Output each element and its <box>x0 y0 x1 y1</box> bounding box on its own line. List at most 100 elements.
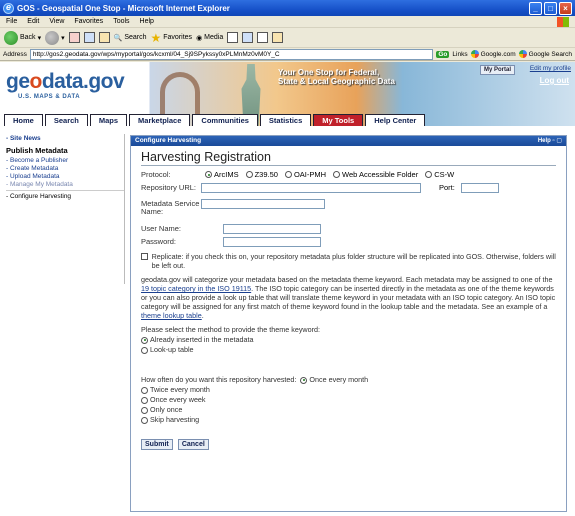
search-icon: 🔍 <box>113 34 123 42</box>
frequency-option-once: Only once <box>141 405 556 415</box>
google-search-link[interactable]: Google Search <box>518 50 572 58</box>
submit-button[interactable]: Submit <box>141 439 173 450</box>
port-label: Port: <box>439 183 455 192</box>
logout-link[interactable]: Log out <box>540 76 569 85</box>
home-icon[interactable] <box>98 32 110 43</box>
frequency-radio-twice-month[interactable] <box>141 386 148 394</box>
tab-statistics[interactable]: Statistics <box>259 114 312 126</box>
maximize-button[interactable]: □ <box>544 1 557 15</box>
protocol-radio-z3950[interactable] <box>245 171 253 178</box>
password-row: Password: <box>141 236 556 247</box>
method-option-inserted: Already inserted in the metadata <box>141 335 556 345</box>
method-radio-inserted[interactable] <box>141 336 148 344</box>
tab-communities[interactable]: Communities <box>192 114 258 126</box>
forward-button[interactable]: ▾ <box>45 30 65 45</box>
replicate-option: Replicate: if you check this on, your re… <box>141 252 556 270</box>
close-button[interactable]: × <box>559 1 572 15</box>
protocol-radio-arcims[interactable] <box>205 171 212 178</box>
address-label: Address <box>3 50 27 58</box>
media-icon: ◉ <box>196 34 203 42</box>
menu-help[interactable]: Help <box>140 18 154 25</box>
menu-view[interactable]: View <box>49 18 64 25</box>
sidebar-item-become-publisher[interactable]: - Become a Publisher <box>6 157 124 164</box>
port-input[interactable] <box>460 182 499 193</box>
frequency-prompt: How often do you want this repository ha… <box>141 375 297 384</box>
menu-edit[interactable]: Edit <box>27 18 39 25</box>
logo-subtitle: U.S. MAPS & DATA <box>18 94 81 100</box>
sidebar-item-manage-metadata[interactable]: - Manage My Metadata <box>6 181 124 188</box>
protocol-label: Protocol: <box>141 169 171 179</box>
title-bar: GOS - Geospatial One Stop - Microsoft In… <box>0 0 575 16</box>
search-button[interactable]: 🔍 Search <box>114 34 147 42</box>
web-page: geodata.gov U.S. MAPS & DATA Your One St… <box>0 62 575 516</box>
username-label: User Name: <box>141 223 182 233</box>
method-prompt: Please select the method to provide the … <box>141 325 320 334</box>
sidebar-heading: Publish Metadata <box>6 146 68 155</box>
service-name-input[interactable] <box>201 199 325 209</box>
go-button[interactable]: Go <box>436 50 450 58</box>
password-input[interactable] <box>223 236 321 247</box>
panel-minimize-icon[interactable]: ▫ ▢ <box>551 136 562 146</box>
back-arrow-icon <box>4 30 18 45</box>
address-input[interactable]: http://gos2.geodata.gov/wps/myportal/gos… <box>29 48 434 60</box>
frequency-option-skip: Skip harvesting <box>141 415 556 425</box>
sidebar-item-upload-metadata[interactable]: - Upload Metadata <box>6 173 124 180</box>
tab-my-tools[interactable]: My Tools <box>313 114 364 126</box>
favorites-button[interactable]: ★ Favorites <box>150 30 193 45</box>
protocol-row: Protocol: ArcIMS Z39.50 OAI-PMH Web Acce… <box>141 169 455 179</box>
replicate-text: Replicate: if you check this on, your re… <box>151 252 556 270</box>
favorites-star-icon: ★ <box>150 30 162 45</box>
panel-help-button[interactable]: Help <box>538 136 551 146</box>
frequency-radio-skip[interactable] <box>141 416 148 424</box>
window-title: GOS - Geospatial One Stop - Microsoft In… <box>17 3 230 13</box>
sidebar-site-news[interactable]: - Site News <box>6 135 124 142</box>
protocol-radio-csw[interactable] <box>425 171 433 178</box>
links-label[interactable]: Links <box>452 51 467 58</box>
google-link[interactable]: Google.com <box>470 50 516 58</box>
print-icon[interactable] <box>257 32 269 43</box>
form-actions: Submit Cancel <box>141 439 556 450</box>
ie-icon <box>3 2 14 14</box>
frequency-radio-weekly[interactable] <box>141 396 148 404</box>
sidebar-item-create-metadata[interactable]: - Create Metadata <box>6 165 124 172</box>
tab-search[interactable]: Search <box>44 114 88 126</box>
iso-topic-link[interactable]: 19 topic category in the ISO 19115 <box>141 284 251 293</box>
password-label: Password: <box>141 236 177 246</box>
minimize-button[interactable]: _ <box>529 1 542 15</box>
cancel-button[interactable]: Cancel <box>177 439 209 450</box>
theme-lookup-link[interactable]: theme lookup table <box>141 311 202 320</box>
tab-marketplace[interactable]: Marketplace <box>129 114 191 126</box>
refresh-icon[interactable] <box>83 32 95 43</box>
frequency-radio-monthly[interactable] <box>300 376 308 384</box>
my-portal-button[interactable]: My Portal <box>479 65 515 75</box>
protocol-radio-oai-pmh[interactable] <box>284 171 292 178</box>
replicate-checkbox[interactable] <box>141 253 148 260</box>
edit-profile-link[interactable]: Edit my profile <box>530 65 571 72</box>
panel-header: Configure Harvesting Help ▫ ▢ <box>131 136 566 146</box>
history-icon[interactable] <box>227 32 239 43</box>
site-logo[interactable]: geodata.gov <box>6 70 125 94</box>
forward-arrow-icon <box>45 30 60 45</box>
panel-title: Configure Harvesting <box>135 137 202 144</box>
tagline: Your One Stop for Federal, State & Local … <box>278 68 395 86</box>
method-radio-lookup[interactable] <box>141 346 148 354</box>
main-nav: Home Search Maps Marketplace Communities… <box>4 114 426 126</box>
menu-file[interactable]: File <box>6 18 17 25</box>
service-name-label: Metadata Service Name: <box>141 199 200 216</box>
tab-help-center[interactable]: Help Center <box>365 114 426 126</box>
folder-icon[interactable] <box>272 32 284 43</box>
tab-maps[interactable]: Maps <box>89 114 128 126</box>
repository-url-input[interactable] <box>201 182 421 193</box>
menu-favorites[interactable]: Favorites <box>74 18 103 25</box>
back-button[interactable]: Back ▾ <box>4 30 41 45</box>
username-input[interactable] <box>223 223 321 234</box>
menu-tools[interactable]: Tools <box>113 18 129 25</box>
method-option-lookup: Look-up table <box>141 345 556 355</box>
mail-icon[interactable] <box>242 32 254 43</box>
stop-icon[interactable] <box>68 32 80 43</box>
protocol-radio-waf[interactable] <box>333 171 341 178</box>
sidebar-item-configure-harvesting[interactable]: - Configure Harvesting <box>6 193 124 200</box>
media-button[interactable]: ◉ Media <box>196 34 223 42</box>
tab-home[interactable]: Home <box>4 114 43 126</box>
frequency-radio-once[interactable] <box>141 406 148 414</box>
